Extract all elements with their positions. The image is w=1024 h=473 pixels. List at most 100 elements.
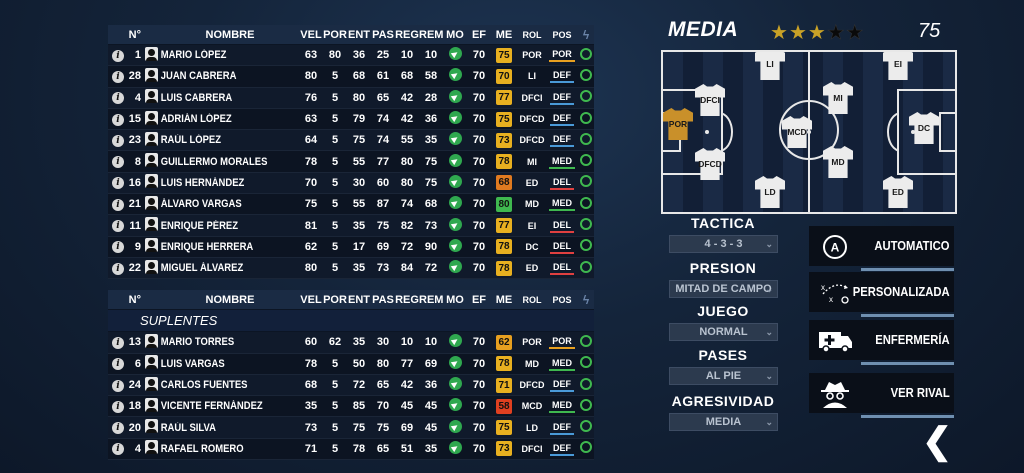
player-role[interactable]: DFCD xyxy=(517,135,547,145)
header-por[interactable]: POR xyxy=(323,294,347,306)
formation-shirt-ld[interactable]: LD xyxy=(755,176,785,208)
player-role[interactable]: MD xyxy=(517,359,547,369)
player-name[interactable]: RAÚL LÓPEZ xyxy=(159,134,279,146)
header-ef[interactable]: EF xyxy=(467,29,491,41)
player-name[interactable]: RAFAEL ROMERO xyxy=(159,443,279,455)
option-select-presion[interactable]: MITAD DE CAMPO ⌄ xyxy=(669,280,778,298)
header-pas[interactable]: PAS xyxy=(371,29,395,41)
info-icon[interactable]: i xyxy=(112,443,124,456)
player-role[interactable]: DFCI xyxy=(517,93,547,103)
header-vel[interactable]: VEL xyxy=(299,294,323,306)
player-name[interactable]: LUIS HERNÁNDEZ xyxy=(159,177,279,189)
player-role[interactable]: LI xyxy=(517,71,547,81)
player-row[interactable]: i 11 ENRIQUE PÉREZ 81 5 35 75 82 73 70 77 EI DEL xyxy=(108,215,594,237)
player-role[interactable]: MD xyxy=(517,199,547,209)
player-name[interactable]: GUILLERMO MORALES xyxy=(159,156,279,168)
formation-shirt-mi[interactable]: MI xyxy=(823,82,853,114)
player-row[interactable]: i 23 RAÚL LÓPEZ 64 5 75 74 55 35 70 73 DFCD DEF xyxy=(108,130,594,152)
player-role[interactable]: POR xyxy=(517,337,547,347)
player-row[interactable]: i 20 RAÚL SILVA 73 5 75 75 69 45 70 75 LD DEF xyxy=(108,417,594,439)
player-row[interactable]: i 4 LUIS CABRERA 76 5 80 65 42 28 70 77 DFCI DEF xyxy=(108,87,594,109)
formation-shirt-ei[interactable]: EI xyxy=(883,52,913,80)
header-name[interactable]: NOMBRE xyxy=(159,294,299,306)
formation-shirt-dc[interactable]: DC xyxy=(909,112,939,144)
header-ent[interactable]: ENT xyxy=(347,29,371,41)
player-name[interactable]: CARLOS FUENTES xyxy=(159,379,279,391)
option-select-agresividad[interactable]: MEDIA ⌄ xyxy=(669,413,778,431)
action-ambulance-button[interactable]: ENFERMERÍA xyxy=(809,320,954,365)
info-icon[interactable]: i xyxy=(112,92,124,105)
back-button[interactable]: ❮ xyxy=(922,420,952,462)
player-name[interactable]: LUIS CABRERA xyxy=(159,92,279,104)
header-rol[interactable]: ROL xyxy=(517,295,547,305)
header-ef[interactable]: EF xyxy=(467,294,491,306)
player-row[interactable]: i 13 MARIO TORRES 60 62 35 30 10 10 70 62 POR POR xyxy=(108,332,594,354)
player-row[interactable]: i 15 ADRIÁN LÓPEZ 63 5 79 74 42 36 70 75 DFCD DEF xyxy=(108,108,594,131)
player-role[interactable]: DFCI xyxy=(517,444,547,454)
player-role[interactable]: ED xyxy=(517,178,547,188)
player-role[interactable]: LD xyxy=(517,423,547,433)
player-name[interactable]: MIGUEL ÁLVAREZ xyxy=(159,262,279,274)
header-vel[interactable]: VEL xyxy=(299,29,323,41)
player-role[interactable]: DFCD xyxy=(517,380,547,390)
info-icon[interactable]: i xyxy=(112,358,124,371)
header-pos[interactable]: POS xyxy=(547,295,577,305)
player-name[interactable]: ÁLVARO VARGAS xyxy=(159,198,279,210)
player-name[interactable]: ENRIQUE PÉREZ xyxy=(159,220,279,232)
header-me[interactable]: ME xyxy=(491,29,517,41)
formation-shirt-mcd[interactable]: MCD xyxy=(782,116,812,148)
player-role[interactable]: EI xyxy=(517,221,547,231)
info-icon[interactable]: i xyxy=(112,422,124,435)
info-icon[interactable]: i xyxy=(112,220,124,233)
player-role[interactable]: POR xyxy=(517,50,547,60)
action-tactic-board-button[interactable]: x x PERSONALIZADA xyxy=(809,272,954,317)
player-role[interactable]: ED xyxy=(517,263,547,273)
formation-pitch[interactable]: POR DFCI DFCD LI LD MCD MI MD EI DC ED xyxy=(661,50,957,214)
info-icon[interactable]: i xyxy=(112,400,124,413)
header-mo[interactable]: MO xyxy=(443,29,467,41)
info-icon[interactable]: i xyxy=(112,113,124,126)
player-row[interactable]: i 28 JUAN CABRERA 80 5 68 61 68 58 70 70 LI DEF xyxy=(108,66,594,88)
player-role[interactable]: DFCD xyxy=(517,114,547,124)
player-name[interactable]: ADRIÁN LÓPEZ xyxy=(159,113,279,125)
player-row[interactable]: i 21 ÁLVARO VARGAS 75 5 55 87 74 68 70 80 MD MED xyxy=(108,194,594,216)
info-icon[interactable]: i xyxy=(112,177,124,190)
player-row[interactable]: i 8 GUILLERMO MORALES 78 5 55 77 80 75 70 78 MI MED xyxy=(108,151,594,173)
player-name[interactable]: ENRIQUE HERRERA xyxy=(159,241,279,253)
player-row[interactable]: i 16 LUIS HERNÁNDEZ 70 5 30 60 80 75 70 68 ED DEL xyxy=(108,172,594,195)
player-row[interactable]: i 6 LUIS VARGAS 78 5 50 80 77 69 70 78 MD MED xyxy=(108,353,594,375)
header-pas[interactable]: PAS xyxy=(371,294,395,306)
header-ent[interactable]: ENT xyxy=(347,294,371,306)
info-icon[interactable]: i xyxy=(112,262,124,275)
player-name[interactable]: VICENTE FERNÁNDEZ xyxy=(159,400,279,412)
info-icon[interactable]: i xyxy=(112,156,124,169)
action-spy-button[interactable]: VER RIVAL xyxy=(809,373,954,418)
header-rem[interactable]: REM xyxy=(419,29,443,41)
player-row[interactable]: i 22 MIGUEL ÁLVAREZ 80 5 35 73 84 72 70 78 ED DEL xyxy=(108,257,594,280)
player-name[interactable]: LUIS VARGAS xyxy=(159,358,279,370)
header-reg[interactable]: REG xyxy=(395,294,419,306)
info-icon[interactable]: i xyxy=(112,70,124,83)
info-icon[interactable]: i xyxy=(112,379,124,392)
player-row[interactable]: i 18 VICENTE FERNÁNDEZ 35 5 85 70 45 45 70 58 MCD ME… xyxy=(108,396,594,418)
info-icon[interactable]: i xyxy=(112,198,124,211)
formation-shirt-dfci[interactable]: DFCI xyxy=(695,84,725,116)
formation-shirt-md[interactable]: MD xyxy=(823,146,853,178)
action-auto-button[interactable]: A AUTOMATICO xyxy=(809,226,954,271)
player-name[interactable]: MARIO TORRES xyxy=(159,336,279,348)
formation-shirt-dfcd[interactable]: DFCD xyxy=(695,148,725,180)
player-row[interactable]: i 4 RAFAEL ROMERO 71 5 78 65 51 35 70 73 DFCI DEF xyxy=(108,438,594,461)
header-rol[interactable]: ROL xyxy=(517,30,547,40)
formation-shirt-li[interactable]: LI xyxy=(755,52,785,80)
header-me[interactable]: ME xyxy=(491,294,517,306)
info-icon[interactable]: i xyxy=(112,241,124,254)
formation-shirt-ed[interactable]: ED xyxy=(883,176,913,208)
option-select-tactica[interactable]: 4 - 3 - 3 ⌄ xyxy=(669,235,778,253)
player-name[interactable]: MARIO LÓPEZ xyxy=(159,49,279,61)
header-rem[interactable]: REM xyxy=(419,294,443,306)
lightning-icon[interactable]: ϟ xyxy=(583,28,589,42)
header-por[interactable]: POR xyxy=(323,29,347,41)
player-name[interactable]: RAÚL SILVA xyxy=(159,422,279,434)
header-mo[interactable]: MO xyxy=(443,294,467,306)
info-icon[interactable]: i xyxy=(112,336,124,349)
